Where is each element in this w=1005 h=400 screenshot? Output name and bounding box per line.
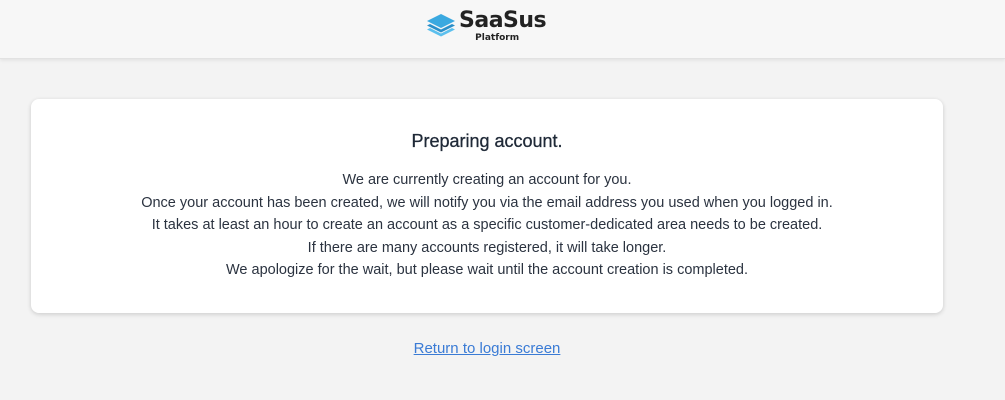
saasus-logo[interactable]: SaaSus Platform [426, 8, 547, 46]
logo-text: SaaSus Platform [459, 8, 547, 43]
stacked-layers-icon [427, 14, 455, 37]
return-link-container: Return to login screen [0, 339, 974, 359]
logo-name: SaaSus [459, 8, 547, 33]
status-message: We are currently creating an account for… [31, 169, 943, 282]
message-line: We are currently creating an account for… [342, 172, 632, 188]
return-to-login-link[interactable]: Return to login screen [414, 340, 561, 357]
status-card: Preparing account. We are currently crea… [31, 99, 943, 313]
message-line: It takes at least an hour to create an a… [151, 217, 823, 233]
message-line: We apologize for the wait, but please wa… [225, 262, 749, 278]
logo-subtitle: Platform [475, 33, 520, 43]
top-header: SaaSus Platform [0, 0, 1005, 59]
page-title: Preparing account. [411, 131, 563, 151]
message-line: Once your account has been created, we w… [141, 194, 833, 211]
message-line: If there are many accounts registered, i… [307, 239, 667, 256]
